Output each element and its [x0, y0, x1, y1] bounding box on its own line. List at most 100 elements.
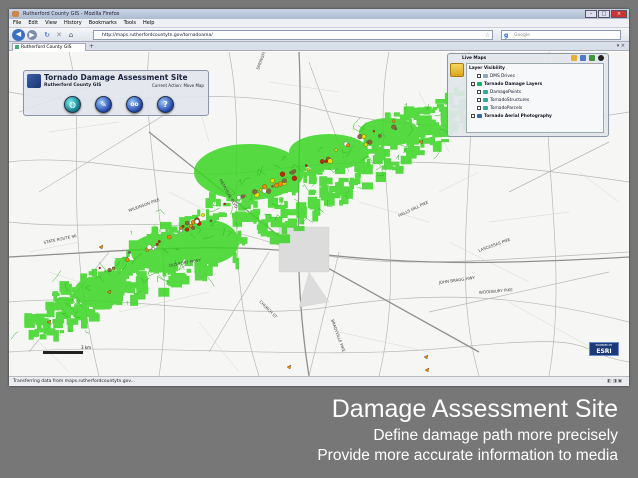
menu-view[interactable]: View	[45, 19, 57, 27]
menu-bookmarks[interactable]: Bookmarks	[89, 19, 117, 27]
tab-list-button[interactable]: ▾ ×	[617, 42, 625, 51]
layer-label: DamagePoints	[490, 90, 522, 95]
damage-point-marker[interactable]	[363, 142, 368, 147]
layer-checkbox[interactable]	[477, 97, 481, 102]
damage-point-marker[interactable]	[209, 219, 213, 223]
damage-point-marker[interactable]	[282, 178, 287, 184]
forward-button[interactable]: ▶	[27, 30, 37, 40]
menu-edit[interactable]: Edit	[28, 19, 38, 27]
folder-icon[interactable]	[571, 55, 577, 61]
globe-icon[interactable]: ◍	[64, 96, 81, 113]
damage-point-marker[interactable]	[286, 364, 292, 370]
damage-point-marker[interactable]	[98, 244, 104, 250]
menu-file[interactable]: File	[13, 19, 21, 27]
damage-point-marker[interactable]	[366, 140, 370, 144]
damage-point-marker[interactable]	[346, 143, 350, 148]
damage-point-marker[interactable]	[151, 247, 155, 251]
damage-point-marker[interactable]	[157, 240, 161, 243]
damage-point-marker[interactable]	[357, 134, 363, 140]
damage-point-marker[interactable]	[107, 268, 112, 273]
damage-point-marker[interactable]	[270, 178, 275, 184]
damage-point-marker[interactable]	[146, 244, 152, 250]
damage-parcel	[46, 328, 56, 336]
damage-point-marker[interactable]	[291, 175, 298, 181]
damage-point-marker[interactable]	[179, 226, 183, 230]
damage-point-marker[interactable]	[190, 220, 196, 225]
damage-point-marker[interactable]	[361, 134, 367, 139]
damage-point-marker[interactable]	[201, 213, 205, 217]
layer-row[interactable]: Layer Visibility	[469, 65, 505, 72]
layer-checkbox[interactable]	[477, 89, 481, 94]
bookmark-star-icon[interactable]: ☆	[485, 31, 490, 40]
pencil-icon[interactable]: ✎	[95, 96, 112, 113]
layer-checkbox[interactable]: ✓	[471, 81, 476, 89]
damage-point-marker[interactable]	[194, 219, 200, 224]
damage-point-marker[interactable]	[391, 124, 397, 130]
layer-checkbox[interactable]	[477, 105, 481, 110]
damage-point-marker[interactable]	[271, 185, 274, 188]
layer-row[interactable]: ✓ Tornado Damage Layers	[471, 81, 542, 89]
map-icon[interactable]	[589, 55, 595, 61]
question-icon[interactable]: ?	[157, 96, 174, 113]
stop-icon[interactable]: ✕	[54, 30, 64, 40]
address-bar[interactable]: http://maps.rutherfordcountytn.gov/torna…	[93, 30, 493, 40]
layer-row[interactable]: DMS Drives	[477, 73, 515, 80]
damage-point-marker[interactable]	[424, 367, 430, 373]
map-view[interactable]: STATE ROUTE 96 WILKINSON PIKE SPRINGFIELD …	[9, 52, 629, 376]
layer-checkbox[interactable]	[471, 113, 475, 118]
damage-point-marker[interactable]	[372, 130, 376, 133]
minimize-button[interactable]: –	[585, 10, 597, 18]
damage-point-marker[interactable]	[128, 251, 131, 254]
damage-point-marker[interactable]	[112, 267, 115, 271]
damage-point-marker[interactable]	[167, 234, 172, 240]
damage-point-marker[interactable]	[304, 164, 308, 167]
damage-point-marker[interactable]	[392, 119, 396, 123]
damage-point-marker[interactable]	[184, 220, 190, 226]
damage-point-marker[interactable]	[125, 257, 130, 262]
menu-help[interactable]: Help	[143, 19, 154, 27]
damage-point-marker[interactable]	[327, 158, 333, 164]
damage-point-marker[interactable]	[236, 195, 242, 200]
tab-rutherford-gis[interactable]: Rutherford County GIS	[12, 43, 86, 51]
damage-point-marker[interactable]	[155, 242, 159, 246]
damage-point-marker[interactable]	[324, 159, 328, 164]
layer-row[interactable]: TornadoParcels	[477, 105, 522, 112]
damage-point-marker[interactable]	[292, 169, 297, 173]
menu-tools[interactable]: Tools	[124, 19, 136, 27]
damage-point-marker[interactable]	[277, 181, 284, 187]
damage-point-marker[interactable]	[306, 168, 310, 172]
damage-point-marker[interactable]	[223, 202, 226, 206]
damage-point-marker[interactable]	[279, 171, 286, 177]
close-button[interactable]: ×	[611, 10, 627, 18]
damage-point-marker[interactable]	[378, 134, 382, 138]
damage-point-marker[interactable]	[423, 354, 429, 360]
damage-point-marker[interactable]	[266, 188, 272, 194]
home-icon[interactable]: ⌂	[66, 30, 76, 40]
search-input[interactable]: g Google	[501, 30, 621, 40]
settings-icon[interactable]	[598, 55, 604, 61]
damage-point-marker[interactable]	[319, 159, 325, 164]
binoculars-icon[interactable]: oo	[126, 96, 143, 113]
maximize-button[interactable]: □	[598, 10, 610, 18]
damage-point-marker[interactable]	[334, 148, 338, 152]
damage-point-marker[interactable]	[252, 189, 258, 195]
damage-point-marker[interactable]	[240, 194, 245, 199]
layer-checkbox[interactable]	[477, 73, 481, 78]
menu-history[interactable]: History	[64, 19, 82, 27]
damage-zone	[179, 220, 239, 264]
firefox-icon	[12, 11, 19, 17]
edit-icon[interactable]	[580, 55, 586, 61]
reload-icon[interactable]: ↻	[42, 30, 52, 40]
damage-point-marker[interactable]	[98, 266, 101, 270]
layer-row[interactable]: DamagePoints	[477, 89, 521, 96]
damage-point-marker[interactable]	[259, 188, 263, 192]
layer-icon	[483, 97, 488, 102]
new-tab-button[interactable]: +	[89, 43, 94, 50]
damage-point-marker[interactable]	[262, 184, 268, 190]
layer-row[interactable]: TornadoStructures	[477, 97, 529, 104]
damage-point-marker[interactable]	[179, 229, 183, 233]
back-button[interactable]: ◀	[12, 29, 25, 41]
damage-point-marker[interactable]	[191, 226, 195, 230]
layer-row[interactable]: Tornado Aerial Photography	[471, 113, 552, 120]
damage-point-marker[interactable]	[184, 227, 190, 232]
